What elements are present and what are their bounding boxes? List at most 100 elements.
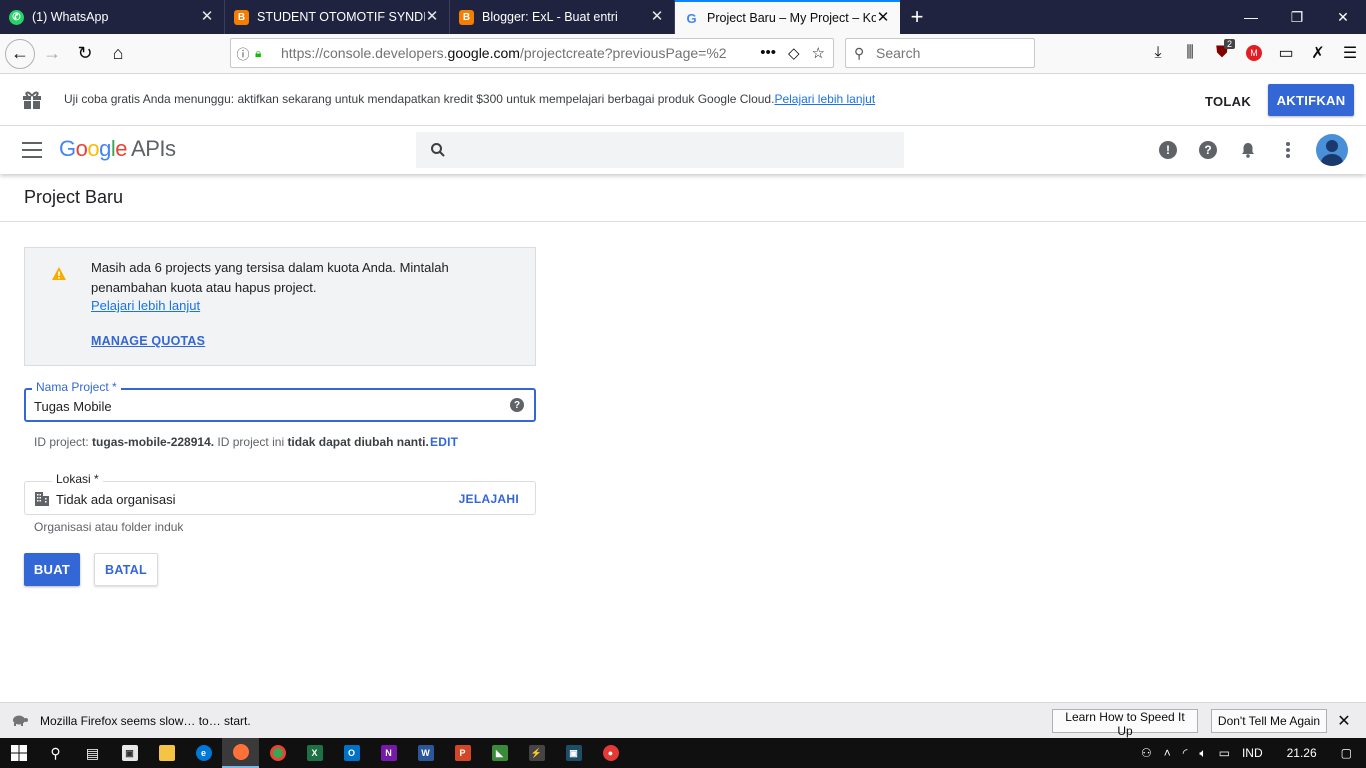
feedback-icon: ! (1159, 141, 1177, 159)
url-suffix: /projectcreate?previousPage=%2 (519, 45, 727, 61)
close-icon[interactable]: ✕ (1336, 711, 1352, 730)
new-tab-button[interactable]: + (900, 0, 934, 34)
explorer-app[interactable] (148, 738, 185, 768)
close-icon[interactable]: ✕ (200, 9, 214, 24)
people-icon[interactable]: ⚇ (1135, 746, 1158, 760)
bolt-icon: ⚡ (528, 745, 545, 761)
powerpoint-app[interactable]: P (444, 738, 481, 768)
excel-app[interactable]: X (296, 738, 333, 768)
dont-tell-again-button[interactable]: Don't Tell Me Again (1211, 709, 1327, 733)
tab-student-otomotif[interactable]: B STUDENT OTOMOTIF SYNDICATE ✕ (225, 0, 450, 34)
info-icon[interactable]: ⓘ (231, 44, 255, 63)
firefox-app[interactable] (222, 738, 259, 768)
clock[interactable]: 21.26 (1269, 746, 1335, 760)
location-hint: Organisasi atau folder induk (34, 520, 184, 534)
feedback-button[interactable]: ! (1148, 134, 1188, 166)
project-name-input[interactable] (34, 396, 494, 416)
edit-project-id-button[interactable]: EDIT (430, 435, 458, 449)
url-bar[interactable]: ⓘ 🔒︎ https://console.developers.google.c… (230, 38, 834, 68)
decline-button[interactable]: TOLAK (1198, 90, 1258, 112)
google-apis-logo[interactable]: Google APIs (59, 136, 176, 162)
home-button[interactable]: ⌂ (102, 38, 134, 70)
folder-icon (158, 745, 175, 761)
onenote-app[interactable]: N (370, 738, 407, 768)
forward-button[interactable]: → (36, 38, 68, 70)
window-controls: — ❐ ✕ (1228, 0, 1366, 34)
help-icon[interactable]: ? (510, 398, 524, 412)
manage-quotas-link[interactable]: MANAGE QUOTAS (91, 334, 205, 348)
help-button[interactable]: ? (1188, 134, 1228, 166)
lock-icon[interactable]: 🔒︎ (255, 46, 271, 61)
tab-title: (1) WhatsApp (32, 10, 109, 24)
pocket-icon[interactable]: ◇ (788, 44, 800, 62)
chevron-up-icon[interactable]: ˄ (1158, 746, 1177, 760)
browse-button[interactable]: JELAJAHI (459, 492, 519, 506)
battery-icon[interactable]: ▭ (1213, 746, 1236, 760)
extension-x-icon[interactable]: ✗ (1302, 43, 1334, 63)
volume-icon[interactable]: 🔈︎ (1193, 746, 1212, 761)
activate-button[interactable]: AKTIFKAN (1268, 84, 1354, 116)
more-options-button[interactable] (1268, 134, 1308, 166)
more-vert-icon (1286, 142, 1290, 158)
notification-bar: Mozilla Firefox seems slow… to… start. L… (0, 702, 1366, 738)
language-indicator[interactable]: IND (1236, 746, 1269, 760)
bookmark-star-icon[interactable]: ☆ (812, 44, 825, 62)
download-icon[interactable]: ⤓ (1142, 44, 1174, 62)
extension-m-icon[interactable]: M (1246, 45, 1262, 61)
console-search[interactable] (416, 132, 904, 168)
camera-icon: ● (602, 745, 619, 761)
minimize-icon[interactable]: — (1228, 0, 1274, 34)
winamp-app[interactable]: ⚡ (518, 738, 555, 768)
search-icon[interactable]: ⚲ (37, 738, 74, 768)
tab-project-baru[interactable]: G Project Baru – My Project – Konsol ✕ (675, 0, 900, 34)
word-app[interactable]: W (407, 738, 444, 768)
search-icon (431, 143, 445, 157)
blogger-icon: B (234, 9, 249, 25)
close-icon[interactable]: ✕ (650, 9, 664, 24)
avatar[interactable] (1316, 134, 1348, 166)
logo-letter: e (115, 136, 128, 161)
console-search-input[interactable] (460, 140, 890, 160)
tab-blogger[interactable]: B Blogger: ExL - Buat entri ✕ (450, 0, 675, 34)
reload-button[interactable]: ↻ (69, 38, 101, 70)
bell-icon (1242, 143, 1254, 158)
menu-icon[interactable]: ☰ (1334, 43, 1366, 63)
create-button[interactable]: BUAT (24, 553, 80, 586)
location-field[interactable]: Lokasi * Tidak ada organisasi JELAJAHI (24, 472, 536, 515)
publisher-app[interactable]: ◣ (481, 738, 518, 768)
store-app[interactable]: ▣ (111, 738, 148, 768)
back-button[interactable]: ← (5, 38, 35, 69)
quota-learn-more-link[interactable]: Pelajari lebih lanjut (91, 298, 200, 313)
close-window-icon[interactable]: ✕ (1320, 0, 1366, 34)
url-text[interactable]: https://console.developers.google.com/pr… (271, 45, 760, 61)
close-icon[interactable]: ✕ (876, 10, 890, 25)
start-button[interactable] (0, 738, 37, 768)
camera-app[interactable]: ● (592, 738, 629, 768)
project-id-prefix: ID project: (34, 435, 93, 449)
library-icon[interactable]: ⫼ (1174, 44, 1206, 62)
restore-icon[interactable]: ❐ (1274, 0, 1320, 34)
cancel-button[interactable]: BATAL (94, 553, 158, 586)
media-app[interactable]: ▣ (555, 738, 592, 768)
project-name-field[interactable]: Nama Project * ? (24, 380, 536, 422)
wifi-icon[interactable]: ◜ (1177, 746, 1194, 760)
url-prefix: https://console.developers. (281, 45, 448, 61)
chrome-app[interactable] (259, 738, 296, 768)
outlook-app[interactable]: O (333, 738, 370, 768)
learn-more-link[interactable]: Pelajari lebih lanjut (774, 92, 875, 106)
search-box[interactable]: ⚲ (845, 38, 1035, 68)
page-actions-icon[interactable]: ••• (760, 44, 776, 62)
learn-speed-button[interactable]: Learn How to Speed It Up (1052, 709, 1198, 738)
windows-icon (10, 745, 27, 761)
ublock-icon[interactable]: ⛊ 2 (1206, 39, 1238, 62)
tab-whatsapp[interactable]: ✆ (1) WhatsApp ✕ (0, 0, 225, 34)
action-center-icon[interactable]: ▢ (1335, 746, 1366, 760)
close-icon[interactable]: ✕ (425, 9, 439, 24)
notifications-button[interactable] (1228, 134, 1268, 166)
task-view-icon[interactable]: ▤ (74, 738, 111, 768)
trial-message: Uji coba gratis Anda menunggu: aktifkan … (64, 92, 775, 106)
edge-app[interactable]: e (185, 738, 222, 768)
main-menu-icon[interactable] (22, 142, 42, 158)
search-input[interactable] (876, 45, 1026, 61)
sidebar-icon[interactable]: ▭ (1270, 43, 1302, 63)
